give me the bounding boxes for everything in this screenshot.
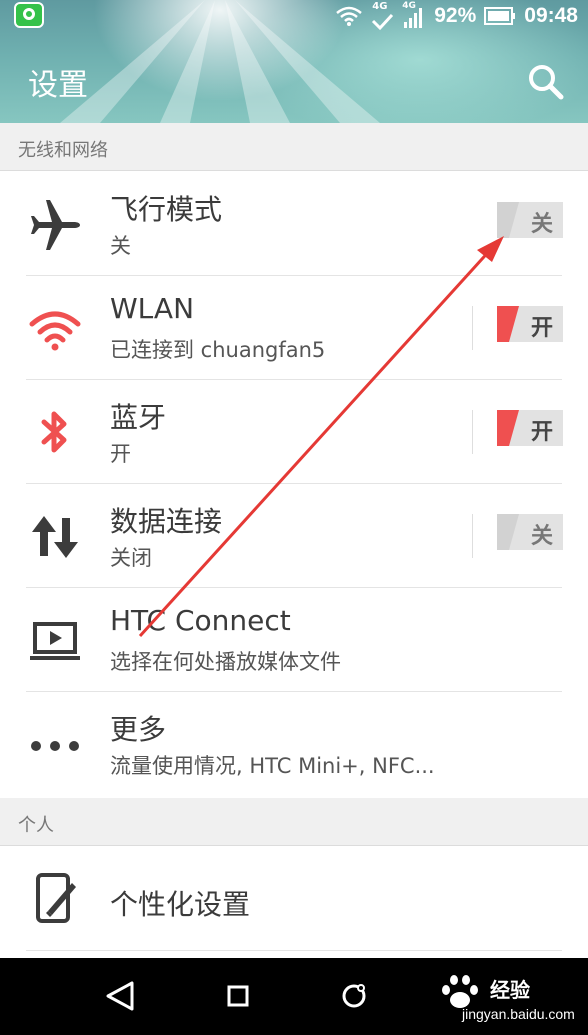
watermark: 经验 jingyan.baidu.com [432, 968, 582, 1028]
status-bar: 4G 4G 92% 09:48 [0, 0, 588, 32]
toggle-slash [497, 410, 519, 446]
airplane-mode-toggle[interactable]: 关 [497, 202, 563, 238]
data-connection-toggle[interactable]: 关 [497, 514, 563, 550]
personalize-icon [36, 873, 76, 923]
more-dots-icon [31, 741, 79, 751]
toggle-slash [497, 202, 519, 238]
airplane-icon [31, 200, 80, 250]
row-title: 飞行模式 [110, 193, 223, 226]
bluetooth-icon [41, 411, 67, 453]
row-subtitle: 关 [110, 234, 131, 258]
row-title: 更多 [110, 713, 167, 746]
page-title: 设置 [28, 68, 88, 103]
row-subtitle: 选择在何处播放媒体文件 [110, 650, 341, 674]
settings-row-airplane-mode[interactable]: 飞行模式 关 关 [0, 172, 588, 276]
row-title: HTC Connect [110, 604, 291, 637]
watermark-text: 经验 [490, 978, 530, 1002]
header: 4G 4G 92% 09:48 设置 [0, 0, 588, 123]
network-4g-icon: 4G [370, 1, 394, 31]
row-title: 蓝牙 [110, 401, 167, 434]
bluetooth-toggle[interactable]: 开 [497, 410, 563, 446]
wlan-toggle[interactable]: 开 [497, 306, 563, 342]
app-notification-icon [14, 2, 44, 28]
home-icon[interactable] [220, 978, 256, 1014]
watermark-url: jingyan.baidu.com [462, 1006, 575, 1022]
section-header-personal: 个人 [0, 798, 588, 846]
clock: 09:48 [524, 4, 578, 27]
battery-icon [484, 7, 516, 25]
toggle-slash [497, 306, 519, 342]
settings-row-wlan[interactable]: WLAN 已连接到 chuangfan5 开 [0, 276, 588, 380]
settings-row-more[interactable]: 更多 流量使用情况, HTC Mini+, NFC... [0, 692, 588, 796]
row-title: WLAN [110, 292, 195, 325]
search-icon[interactable] [526, 62, 566, 102]
row-title: 数据连接 [110, 505, 223, 538]
section-header-wireless: 无线和网络 [0, 123, 588, 171]
settings-row-bluetooth[interactable]: 蓝牙 开 开 [0, 380, 588, 484]
data-transfer-icon [32, 516, 78, 558]
settings-row-data-connection[interactable]: 数据连接 关闭 关 [0, 484, 588, 588]
row-subtitle: 关闭 [110, 546, 152, 570]
recents-icon[interactable] [336, 978, 372, 1014]
wifi-signal-icon [336, 6, 363, 26]
row-subtitle: 已连接到 chuangfan5 [110, 338, 326, 362]
settings-row-htc-connect[interactable]: HTC Connect 选择在何处播放媒体文件 [0, 588, 588, 692]
row-subtitle: 流量使用情况, HTC Mini+, NFC... [110, 754, 435, 778]
wifi-icon [29, 311, 81, 351]
toggle-slash [497, 514, 519, 550]
cast-screen-icon [30, 622, 80, 660]
battery-percentage: 92% [434, 4, 477, 27]
row-title: 个性化设置 [110, 888, 251, 921]
row-subtitle: 开 [110, 442, 131, 466]
back-icon[interactable] [102, 978, 138, 1014]
settings-row-personalize[interactable]: 个性化设置 [0, 847, 588, 951]
cell-signal-icon: 4G [402, 1, 426, 30]
